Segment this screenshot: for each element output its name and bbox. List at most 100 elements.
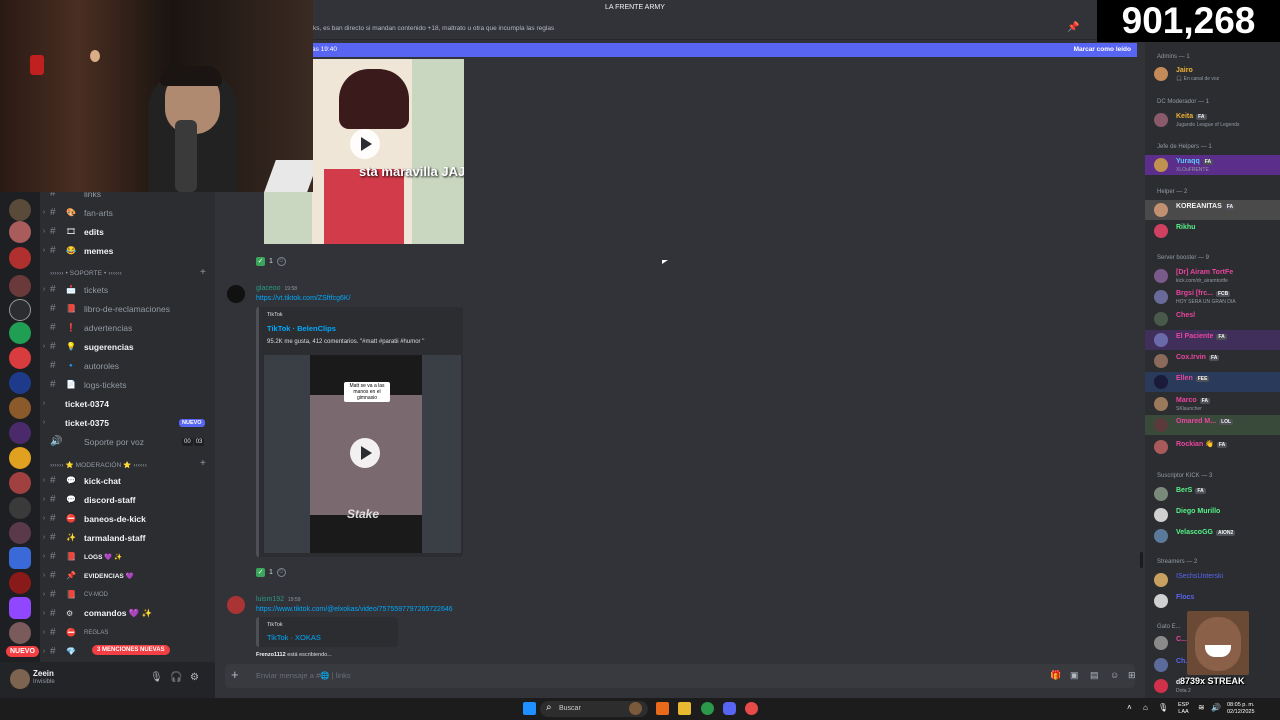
chrome-icon[interactable] (701, 702, 714, 715)
embed-title[interactable]: TikTok · XOKAS (267, 633, 321, 642)
scrollbar[interactable] (1140, 552, 1143, 568)
channel-advertencias[interactable]: # ❗ advertencias (40, 318, 215, 337)
server-icon[interactable] (9, 275, 31, 297)
search-highlight-icon[interactable] (629, 702, 642, 715)
new-mentions-pill[interactable]: 3 MENCIONES NUEVAS (92, 645, 170, 655)
clock[interactable]: 08:05 p. m. 02/12/2025 (1227, 702, 1255, 716)
server-icon[interactable] (9, 322, 31, 344)
pin-icon[interactable]: 📌 (1067, 22, 1079, 33)
add-reaction-icon[interactable]: ☺ (276, 257, 286, 266)
server-icon[interactable] (9, 247, 31, 269)
member-item[interactable]: Rikhu (1145, 221, 1280, 241)
network-icon[interactable]: ⌂ (1143, 704, 1148, 712)
channel-tarmaland-staff[interactable]: › # ✨ tarmaland-staff (40, 528, 215, 547)
member-item[interactable]: BerS FA (1145, 484, 1280, 504)
category-soporte[interactable]: ›››››› • SOPORTE • ‹‹‹‹‹‹ (50, 270, 122, 277)
microphone-icon[interactable]: 🎙 (150, 672, 163, 683)
channel-cv-mod[interactable]: › # 📕 CV-MOD (40, 585, 215, 604)
member-item[interactable]: Omared M... LOL (1145, 415, 1280, 435)
server-icon[interactable] (9, 572, 31, 594)
app-icon[interactable] (745, 702, 758, 715)
windows-start-icon[interactable] (523, 702, 536, 715)
add-channel-icon[interactable]: + (200, 267, 206, 278)
add-reaction-icon[interactable]: ☺ (276, 568, 286, 577)
server-icon[interactable] (9, 497, 31, 519)
channel-kick-chat[interactable]: › # 💬 kick-chat (40, 471, 215, 490)
add-channel-icon[interactable]: + (200, 458, 206, 469)
sticker-icon[interactable]: ▤ (1090, 670, 1099, 681)
emoji-icon[interactable]: ☺ (1110, 670, 1119, 680)
channel-ticket-0374[interactable]: › ticket-0374 (40, 394, 215, 413)
member-item[interactable]: Ellen FEE (1145, 372, 1280, 392)
avatar[interactable] (227, 596, 245, 614)
member-item[interactable]: El Paciente FA (1145, 330, 1280, 350)
member-item[interactable]: Cox.Irvin FA (1145, 351, 1280, 371)
message-link[interactable]: https://www.tiktok.com/@elxokas/video/75… (256, 606, 453, 613)
checkmark-reaction[interactable]: ✓ (256, 257, 265, 266)
channel-baneos-de-kick[interactable]: › # ⛔ baneos-de-kick (40, 509, 215, 528)
avatar[interactable] (227, 285, 245, 303)
server-icon[interactable] (9, 447, 31, 469)
server-icon[interactable] (9, 397, 31, 419)
checkmark-reaction[interactable]: ✓ (256, 568, 265, 577)
video-embed[interactable]: Matt se va a las manos en el gimnasio St… (264, 355, 461, 553)
channel-reglas[interactable]: › # ⛔ REGLAS (40, 623, 215, 642)
wifi-icon[interactable]: ≋ (1198, 704, 1205, 712)
new-servers-pill[interactable]: NUEVO (6, 646, 39, 657)
channel-edits[interactable]: › # 🎞 edits (40, 222, 215, 241)
mark-as-read-button[interactable]: Marcar como leído (1074, 46, 1131, 53)
member-item[interactable]: Chesl (1145, 309, 1280, 329)
channel-discord-staff[interactable]: › # 💬 discord-staff (40, 490, 215, 509)
gift-icon[interactable]: 🎁 (1050, 670, 1061, 681)
apps-icon[interactable]: ⊞ (1128, 670, 1136, 681)
play-icon[interactable] (350, 129, 380, 159)
member-item[interactable]: Brgsi [frc... FCB HOY SERA UN GRAN DIA (1145, 287, 1280, 307)
member-item[interactable]: Diego Murillo (1145, 505, 1280, 525)
channel-comandos[interactable]: › # ⚙ comandos 💜 ✨ (40, 604, 215, 623)
server-icon[interactable] (9, 221, 31, 243)
language-indicator[interactable]: ESP LAA (1178, 702, 1189, 716)
server-icon[interactable] (9, 199, 31, 221)
channel-ticket-0375[interactable]: › ticket-0375 NUEVO (40, 413, 215, 432)
play-icon[interactable] (350, 438, 380, 468)
channel-autoroles[interactable]: # 🔹 autoroles (40, 356, 215, 375)
channel-logs-tickets[interactable]: # 📄 logs-tickets (40, 375, 215, 394)
server-icon[interactable] (9, 422, 31, 444)
server-icon[interactable] (9, 347, 31, 369)
gif-icon[interactable]: ▣ (1070, 670, 1079, 681)
file-explorer-icon[interactable] (678, 702, 691, 715)
channel-fan-arts[interactable]: › # 🎨 fan-arts (40, 203, 215, 222)
chevron-up-icon[interactable]: ˄ (1127, 704, 1132, 712)
server-icon[interactable] (9, 472, 31, 494)
member-item[interactable]: [Dr] Airam TortFe kick.com/dr_airamtortf… (1145, 266, 1280, 286)
server-icon[interactable] (9, 547, 31, 569)
member-item[interactable]: ISechsUnterski (1145, 570, 1280, 590)
message-input[interactable]: Enviar mensaje a #🌐 | links (256, 671, 351, 680)
channel-logs[interactable]: › # 📕 LOGS 💜 ✨ (40, 547, 215, 566)
discord-icon[interactable] (723, 702, 736, 715)
member-item[interactable]: VelascoGG AION2 (1145, 526, 1280, 546)
message-author[interactable]: luism192 19:59 (256, 596, 301, 603)
server-icon[interactable] (9, 522, 31, 544)
message-link[interactable]: https://vt.tiktok.com/ZSftfcg6K/ (256, 295, 351, 302)
app-icon[interactable] (656, 702, 669, 715)
channel-libro-de-reclamaciones[interactable]: # 📕 libro-de-reclamaciones (40, 299, 215, 318)
channel-evidencias[interactable]: › # 📌 EVIDENCIAS 💜 (40, 566, 215, 585)
server-icon[interactable] (9, 372, 31, 394)
member-item[interactable]: KOREANITAS FA (1145, 200, 1280, 220)
avatar[interactable] (10, 669, 30, 689)
message-author[interactable]: glaceoo 19:58 (256, 285, 297, 292)
plus-icon[interactable]: + (231, 667, 239, 682)
category-moderacion[interactable]: ›››››› ⭐ MODERACIÓN ⭐ ‹‹‹‹‹‹ (50, 461, 147, 469)
headphones-icon[interactable]: 🎧 (170, 672, 182, 683)
new-messages-bar[interactable]: as 19:40 Marcar como leído (312, 43, 1137, 57)
microphone-icon[interactable]: 🎙 (1158, 704, 1168, 712)
member-item[interactable]: Marco FA SKlauncher (1145, 394, 1280, 414)
channel-memes[interactable]: › # 😂 memes (40, 241, 215, 260)
member-item[interactable]: Keita FA Jugando League of Legends (1145, 110, 1280, 130)
gear-icon[interactable]: ⚙ (190, 672, 199, 683)
member-item[interactable]: Flocs (1145, 591, 1280, 611)
member-item[interactable]: Jairo 🎧 En canal de voz (1145, 64, 1280, 84)
member-item[interactable]: Yuraqq FA XLOuFRENTE (1145, 155, 1280, 175)
channel-tickets[interactable]: › # 📩 tickets (40, 280, 215, 299)
